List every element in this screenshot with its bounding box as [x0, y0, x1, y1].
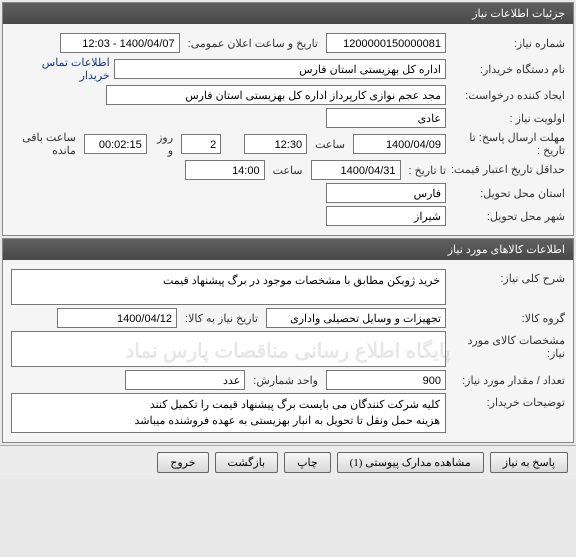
panel1-body: شماره نیاز: 1200000150000081 تاریخ و ساع…	[3, 24, 573, 235]
buyer-contact-link[interactable]: اطلاعات تماس خریدار	[11, 56, 110, 82]
time-label-2: ساعت	[269, 164, 307, 177]
pub-datetime-label: تاریخ و ساعت اعلان عمومی:	[184, 37, 322, 50]
time-label-1: ساعت	[311, 138, 349, 151]
to-date-label-2: تا تاریخ :	[405, 164, 450, 177]
group-label: گروه کالا:	[450, 312, 565, 325]
requester-field: مجد عجم نوازی کارپرداز اداره کل بهزیستی …	[106, 85, 446, 105]
qty-label: تعداد / مقدار مورد نیاز:	[450, 374, 565, 387]
pub-datetime-field: 1400/04/07 - 12:03	[60, 33, 180, 53]
specs-field	[11, 331, 446, 367]
requester-label: ایجاد کننده درخواست:	[450, 89, 565, 102]
exit-button[interactable]: خروج	[157, 452, 208, 473]
attachments-button[interactable]: مشاهده مدارک پیوستی (1)	[337, 452, 484, 473]
unit-field: عدد	[125, 370, 245, 390]
validity-date-field: 1400/04/31	[311, 160, 401, 180]
province-label: استان محل تحویل:	[450, 187, 565, 200]
unit-label: واحد شمارش:	[249, 374, 322, 387]
countdown-field: 00:02:15	[84, 134, 147, 154]
panel2-body: پایگاه اطلاع رسانی مناقصات پارس نماد شرح…	[3, 260, 573, 442]
panel1-header: جزئیات اطلاعات نیاز	[3, 3, 573, 24]
qty-field: 900	[326, 370, 446, 390]
priority-field: عادی	[326, 108, 446, 128]
specs-label: مشخصات کالای مورد نیاز:	[450, 331, 565, 360]
action-bar: پاسخ به نیاز مشاهده مدارک پیوستی (1) چاپ…	[0, 445, 576, 479]
validity-label: حداقل تاریخ اعتبار قیمت:	[450, 164, 565, 176]
city-field: شیراز	[326, 206, 446, 226]
panel2-header: اطلاعات کالاهای مورد نیاز	[3, 239, 573, 260]
remaining-label: ساعت باقی مانده	[11, 131, 80, 157]
buyer-org-field: اداره کل بهزیستی استان فارس	[114, 59, 446, 79]
deadline-date-field: 1400/04/09	[353, 134, 446, 154]
need-by-label: تاریخ نیاز به کالا:	[181, 312, 262, 325]
deadline-label: مهلت ارسال پاسخ: تا تاریخ :	[450, 131, 565, 157]
respond-button[interactable]: پاسخ به نیاز	[490, 452, 568, 473]
need-number-field: 1200000150000081	[326, 33, 446, 53]
return-button[interactable]: بازگشت	[215, 452, 279, 473]
province-field: فارس	[326, 183, 446, 203]
group-field: تجهیزات و وسایل تحصیلی واداری	[266, 308, 446, 328]
print-button[interactable]: چاپ	[284, 452, 331, 473]
buyer-org-label: نام دستگاه خریدار:	[450, 63, 565, 76]
days-remaining-field: 2	[181, 134, 221, 154]
notes-label: توضیحات خریدار:	[450, 393, 565, 409]
need-number-label: شماره نیاز:	[450, 37, 565, 50]
priority-label: اولویت نیاز :	[450, 112, 565, 125]
goods-info-panel: اطلاعات کالاهای مورد نیاز پایگاه اطلاع ر…	[2, 238, 574, 443]
need-details-panel: جزئیات اطلاعات نیاز شماره نیاز: 12000001…	[2, 2, 574, 236]
notes-field: کلیه شرکت کنندگان می بایست برگ پیشنهاد ق…	[11, 393, 446, 433]
desc-field: خرید ژوبکن مطابق با مشخصات موجود در برگ …	[11, 269, 446, 305]
desc-label: شرح کلی نیاز:	[450, 269, 565, 285]
deadline-time-field: 12:30	[244, 134, 307, 154]
validity-time-field: 14:00	[185, 160, 265, 180]
need-by-field: 1400/04/12	[57, 308, 177, 328]
city-label: شهر محل تحویل:	[450, 210, 565, 223]
days-label: روز و	[151, 131, 177, 157]
